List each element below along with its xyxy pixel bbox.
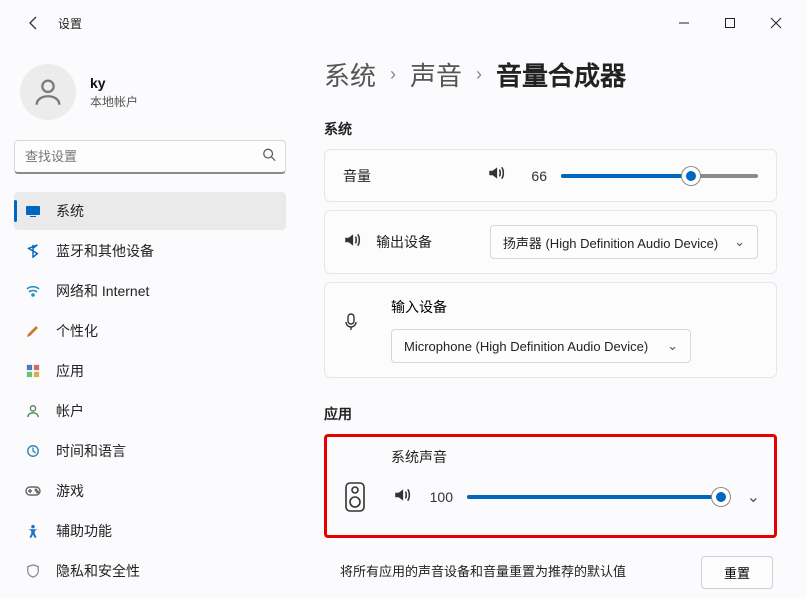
shield-icon [24,562,42,580]
sidebar-item-label: 隐私和安全性 [56,561,140,581]
user-name: ky [90,75,138,91]
gamepad-icon [24,482,42,500]
sidebar-item-label: 游戏 [56,481,84,501]
clock-icon [24,442,42,460]
avatar [20,64,76,120]
input-select[interactable]: Microphone (High Definition Audio Device… [391,329,691,363]
input-select-value: Microphone (High Definition Audio Device… [404,339,648,354]
speaker-icon[interactable] [393,486,411,509]
accessibility-icon [24,522,42,540]
minimize-button[interactable] [661,8,707,38]
breadcrumb: 系统 › 声音 › 音量合成器 [324,56,777,93]
speaker-icon[interactable] [487,164,505,187]
sidebar-item-label: 个性化 [56,321,98,341]
sidebar-item-apps[interactable]: 应用 [14,352,286,390]
title-bar: 设置 [0,0,807,46]
sidebar-item-gaming[interactable]: 游戏 [14,472,286,510]
output-select-value: 扬声器 (High Definition Audio Device) [503,233,718,252]
back-button[interactable] [18,15,50,31]
sidebar-item-privacy[interactable]: 隐私和安全性 [14,552,286,590]
sidebar-item-network[interactable]: 网络和 Internet [14,272,286,310]
breadcrumb-current: 音量合成器 [496,56,626,93]
chevron-right-icon: › [476,64,482,85]
sidebar-item-label: 时间和语言 [56,441,126,461]
sidebar-item-time[interactable]: 时间和语言 [14,432,286,470]
sidebar-item-label: 系统 [56,201,84,221]
speaker-icon [343,231,362,254]
sidebar-item-label: 帐户 [56,401,84,421]
maximize-button[interactable] [707,8,753,38]
apps-icon [24,362,42,380]
volume-label: 音量 [343,166,473,186]
chevron-down-icon: ⌄ [734,234,745,250]
wifi-icon [24,282,42,300]
sidebar-item-personalization[interactable]: 个性化 [14,312,286,350]
chevron-right-icon: › [390,64,396,85]
bluetooth-icon [24,242,42,260]
user-card[interactable]: ky 本地帐户 [14,56,286,140]
sidebar-item-label: 应用 [56,361,84,381]
output-card: 输出设备 扬声器 (High Definition Audio Device) … [324,210,777,274]
sidebar-item-bluetooth[interactable]: 蓝牙和其他设备 [14,232,286,270]
search-icon [262,148,276,167]
chevron-down-icon[interactable]: ⌄ [747,487,760,507]
breadcrumb-sound[interactable]: 声音 [410,56,462,93]
close-button[interactable] [753,8,799,38]
volume-value: 66 [519,168,547,184]
breadcrumb-system[interactable]: 系统 [324,56,376,93]
sidebar-item-label: 蓝牙和其他设备 [56,241,154,261]
sidebar-item-accessibility[interactable]: 辅助功能 [14,512,286,550]
window-title: 设置 [58,15,82,32]
output-label: 输出设备 [376,232,462,252]
system-icon [24,202,42,220]
account-icon [24,402,42,420]
system-sounds-icon [341,477,369,517]
nav: 系统 蓝牙和其他设备 网络和 Internet 个性化 应用 帐户 [14,192,286,590]
volume-slider[interactable] [561,166,758,186]
app-volume-title: 系统声音 [391,447,760,467]
sidebar-item-system[interactable]: 系统 [14,192,286,230]
volume-card: 音量 66 [324,149,777,202]
input-card: 输入设备 Microphone (High Definition Audio D… [324,282,777,378]
input-label: 输入设备 [391,297,758,317]
output-select[interactable]: 扬声器 (High Definition Audio Device) ⌄ [490,225,758,259]
brush-icon [24,322,42,340]
section-system-label: 系统 [324,119,777,139]
microphone-icon [343,297,363,336]
sidebar-item-label: 网络和 Internet [56,281,149,301]
sidebar-item-label: 辅助功能 [56,521,112,541]
app-volume-slider[interactable] [467,487,721,507]
chevron-down-icon: ⌄ [667,338,678,354]
reset-description: 将所有应用的声音设备和音量重置为推荐的默认值 [340,563,626,581]
section-apps-label: 应用 [324,404,777,424]
sidebar: ky 本地帐户 系统 蓝牙和其他设备 网络和 Internet [0,46,300,599]
reset-row: 将所有应用的声音设备和音量重置为推荐的默认值 重置 [324,552,777,589]
sidebar-item-accounts[interactable]: 帐户 [14,392,286,430]
user-subtitle: 本地帐户 [90,93,138,110]
app-volume-value: 100 [425,489,453,505]
search-input[interactable] [14,140,286,174]
main-panel: 系统 › 声音 › 音量合成器 系统 音量 66 [300,46,807,599]
reset-button[interactable]: 重置 [701,556,773,589]
app-volume-card: 系统声音 100 ⌄ [324,434,777,538]
